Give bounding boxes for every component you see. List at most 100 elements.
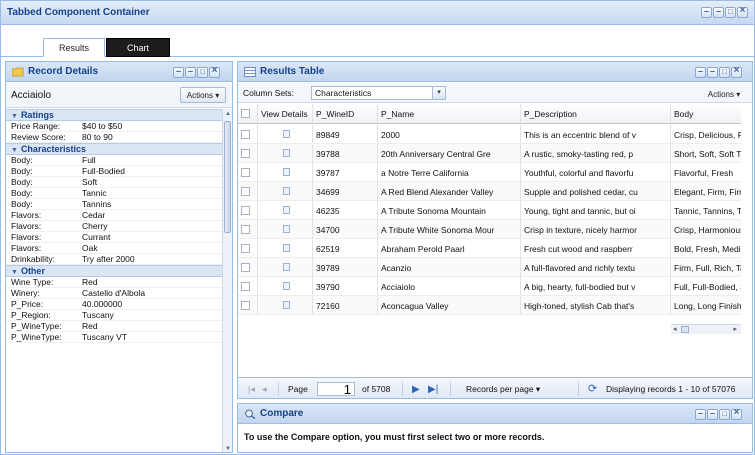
table-row[interactable]: 39787 a Notre Terre California Youthful, c…	[238, 163, 741, 182]
property-group-header[interactable]: ▼ Ratings	[6, 109, 222, 121]
view-details-cell[interactable]	[258, 125, 313, 143]
view-details-icon[interactable]	[283, 149, 290, 157]
table-row[interactable]: 39789 Acanzio A full-flavored and richly t…	[238, 258, 741, 277]
view-details-cell[interactable]	[258, 201, 313, 219]
property-group-header[interactable]: ▼ Characteristics	[6, 143, 222, 155]
row-checkbox[interactable]	[241, 301, 250, 310]
collapse-triangle-icon[interactable]: ▼	[11, 147, 18, 154]
view-details-icon[interactable]	[283, 130, 290, 138]
view-details-icon[interactable]	[283, 225, 290, 233]
last-page-icon[interactable]: ▶|	[428, 384, 438, 395]
row-checkbox[interactable]	[241, 263, 250, 272]
grid-horizontal-scrollbar[interactable]: ◂ ▸	[671, 324, 741, 334]
row-checkbox-cell[interactable]	[238, 125, 258, 143]
property-group-header[interactable]: ▼ Other	[6, 265, 222, 277]
view-details-cell[interactable]	[258, 277, 313, 295]
scroll-up-icon[interactable]: ▲	[224, 110, 232, 118]
maximize-icon[interactable]	[725, 7, 736, 18]
row-checkbox[interactable]	[241, 168, 250, 177]
table-row[interactable]: 89849 2000 This is an eccentric blend of v…	[238, 125, 741, 144]
view-details-cell[interactable]	[258, 220, 313, 238]
table-row[interactable]: 34699 A Red Blend Alexander Valley Supple …	[238, 182, 741, 201]
restore-icon[interactable]	[707, 408, 718, 420]
maximize-icon[interactable]	[197, 67, 208, 78]
row-checkbox-cell[interactable]	[238, 220, 258, 238]
chevron-down-icon[interactable]: ▾	[432, 87, 445, 99]
view-details-icon[interactable]	[283, 301, 290, 309]
minimize-icon[interactable]	[695, 408, 706, 420]
header-body[interactable]: Body	[671, 104, 741, 123]
header-view-details[interactable]: View Details	[258, 104, 313, 123]
page-number-input[interactable]	[317, 382, 355, 396]
row-checkbox[interactable]	[241, 130, 250, 139]
row-checkbox[interactable]	[241, 149, 250, 158]
header-wine-id[interactable]: P_WineID	[313, 104, 378, 123]
records-per-page-button[interactable]: Records per page ▾	[466, 384, 540, 395]
table-row[interactable]: 39790 Acciaiolo A big, hearty, full-bodied…	[238, 277, 741, 296]
close-icon[interactable]	[731, 65, 742, 78]
row-checkbox[interactable]	[241, 225, 250, 234]
restore-icon[interactable]	[707, 66, 718, 78]
row-checkbox[interactable]	[241, 187, 250, 196]
close-icon[interactable]	[737, 5, 748, 18]
view-details-icon[interactable]	[283, 206, 290, 214]
view-details-icon[interactable]	[283, 244, 290, 252]
select-all-checkbox[interactable]	[241, 109, 250, 118]
row-checkbox[interactable]	[241, 206, 250, 215]
tab-chart[interactable]: Chart	[106, 38, 170, 57]
minimize-icon[interactable]	[695, 66, 706, 78]
maximize-icon[interactable]	[719, 409, 730, 420]
view-details-cell[interactable]	[258, 163, 313, 181]
next-page-icon[interactable]: ▶	[412, 384, 420, 395]
row-checkbox-cell[interactable]	[238, 258, 258, 276]
scroll-left-icon[interactable]: ◂	[673, 325, 677, 333]
header-checkbox-cell[interactable]	[238, 104, 258, 123]
minimize-icon[interactable]	[173, 66, 184, 78]
view-details-cell[interactable]	[258, 258, 313, 276]
refresh-icon[interactable]: ⟳	[588, 382, 597, 395]
row-checkbox-cell[interactable]	[238, 182, 258, 200]
row-checkbox-cell[interactable]	[238, 201, 258, 219]
column-sets-select[interactable]: Characteristics ▾	[311, 86, 446, 100]
table-row[interactable]: 72160 Aconcagua Valley High-toned, stylish…	[238, 296, 741, 315]
table-row[interactable]: 39788 20th Anniversary Central Gre A rusti…	[238, 144, 741, 163]
view-details-icon[interactable]	[283, 282, 290, 290]
close-icon[interactable]	[731, 407, 742, 420]
prev-page-icon[interactable]: ◂	[262, 384, 267, 395]
row-checkbox-cell[interactable]	[238, 144, 258, 162]
view-details-cell[interactable]	[258, 296, 313, 314]
maximize-icon[interactable]	[719, 67, 730, 78]
scroll-right-icon[interactable]: ▸	[733, 325, 737, 333]
table-row[interactable]: 62519 Abraham Perold Paarl Fresh cut wood …	[238, 239, 741, 258]
view-details-cell[interactable]	[258, 239, 313, 257]
table-row[interactable]: 34700 A Tribute White Sonoma Mour Crisp in…	[238, 220, 741, 239]
table-row[interactable]: 46235 A Tribute Sonoma Mountain Young, tig…	[238, 201, 741, 220]
restore-icon[interactable]	[713, 6, 724, 18]
results-actions-button[interactable]: Actions ▾	[701, 86, 747, 101]
row-checkbox-cell[interactable]	[238, 163, 258, 181]
row-checkbox[interactable]	[241, 282, 250, 291]
row-checkbox-cell[interactable]	[238, 277, 258, 295]
first-page-icon[interactable]: |◂	[248, 384, 255, 395]
view-details-icon[interactable]	[283, 168, 290, 176]
header-name[interactable]: P_Name	[378, 104, 521, 123]
minimize-icon[interactable]	[701, 6, 712, 18]
hscroll-thumb[interactable]	[681, 326, 689, 333]
row-checkbox[interactable]	[241, 244, 250, 253]
record-actions-button[interactable]: Actions ▾	[180, 87, 226, 103]
restore-icon[interactable]	[185, 66, 196, 78]
property-scrollbar[interactable]: ▲ ▼	[222, 109, 232, 452]
view-details-icon[interactable]	[283, 263, 290, 271]
view-details-cell[interactable]	[258, 182, 313, 200]
view-details-cell[interactable]	[258, 144, 313, 162]
row-checkbox-cell[interactable]	[238, 239, 258, 257]
scroll-down-icon[interactable]: ▼	[224, 445, 232, 452]
collapse-triangle-icon[interactable]: ▼	[11, 113, 18, 120]
close-icon[interactable]	[209, 65, 220, 78]
collapse-triangle-icon[interactable]: ▼	[11, 269, 18, 276]
scroll-thumb[interactable]	[224, 121, 231, 233]
row-checkbox-cell[interactable]	[238, 296, 258, 314]
header-description[interactable]: P_Description	[521, 104, 671, 123]
view-details-icon[interactable]	[283, 187, 290, 195]
tab-results[interactable]: Results	[43, 38, 105, 57]
